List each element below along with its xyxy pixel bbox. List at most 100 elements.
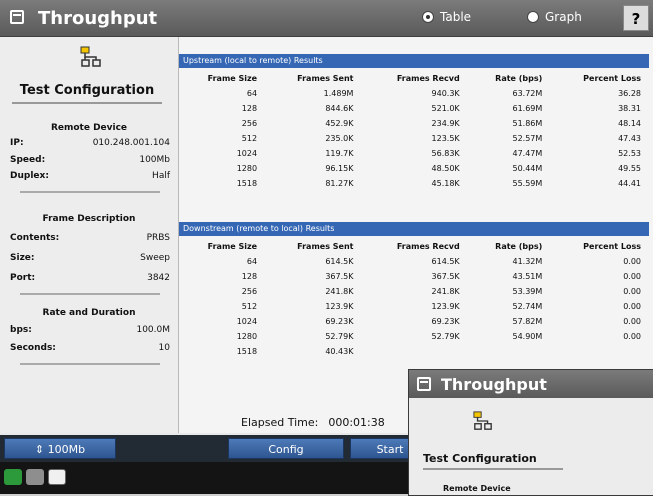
frame-description-heading: Frame Description (42, 214, 136, 224)
table-cell: 521.0K (431, 104, 460, 113)
preview-config-title: Test Configuration (423, 452, 563, 470)
table-cell (550, 344, 649, 359)
ip-value: 010.248.001.104 (92, 138, 170, 148)
table-cell: 614.5K (325, 257, 354, 266)
table-cell: 0.00 (623, 272, 641, 281)
duplex-row: Duplex: Half (10, 171, 170, 181)
table-cell: 40.43K (325, 347, 354, 356)
table-row: 512 235.0K 123.5K 52.57M 47.43 (179, 131, 649, 146)
table-cell: 48.14 (618, 119, 641, 128)
window-icon (417, 377, 431, 391)
table-cell: 367.5K (431, 272, 460, 281)
column-header: Frames Sent (297, 241, 354, 251)
speed-button-label: 100Mb (47, 443, 86, 456)
throughput-window-preview[interactable]: Throughput Test Configuration Remote Dev… (408, 369, 653, 496)
contents-row: Contents: PRBS (10, 233, 170, 243)
radio-selected-icon (422, 11, 434, 23)
column-header: Frames Sent (297, 73, 354, 83)
speed-label: Speed: (10, 155, 46, 165)
help-button[interactable]: ? (623, 5, 649, 31)
bps-row: bps: 100.0M (10, 325, 170, 335)
table-row: 1518 81.27K 45.18K 55.59M 44.41 (179, 176, 649, 191)
table-row: 1280 96.15K 48.50K 50.44M 49.55 (179, 161, 649, 176)
graph-view-radio[interactable]: Graph (527, 10, 582, 24)
column-header: Frame Size (207, 73, 258, 83)
remote-device-heading: Remote Device (50, 123, 128, 133)
contents-value: PRBS (146, 233, 170, 243)
size-row: Size: Sweep (10, 253, 170, 263)
bps-label: bps: (10, 325, 32, 335)
help-icon: ? (631, 10, 641, 28)
keyboard-icon[interactable] (26, 469, 44, 485)
table-row: 256 452.9K 234.9K 51.86M 48.14 (179, 116, 649, 131)
table-cell: 45.18K (431, 179, 460, 188)
seconds-value: 10 (158, 343, 170, 353)
table-row: 256 241.8K 241.8K 53.39M 0.00 (179, 284, 649, 299)
monitor-icon[interactable] (48, 469, 66, 485)
rate-duration-heading: Rate and Duration (42, 308, 136, 318)
ip-label: IP: (10, 138, 24, 148)
table-cell: 0.00 (623, 332, 641, 341)
table-cell: 52.57M (512, 134, 543, 143)
preview-remote-heading: Remote Device (443, 484, 511, 493)
elapsed-time: Elapsed Time: 000:01:38 (241, 416, 385, 429)
table-row: 1024 69.23K 69.23K 57.82M 0.00 (179, 314, 649, 329)
table-cell: 940.3K (431, 89, 460, 98)
table-cell: 452.9K (325, 119, 354, 128)
app-window: Throughput Table Graph ? Test Configurat… (0, 0, 653, 496)
table-cell: 96.15K (325, 164, 354, 173)
speed-value: 100Mb (139, 155, 170, 165)
table-cell: 844.6K (325, 104, 354, 113)
table-cell: 55.59M (512, 179, 543, 188)
table-cell: 52.74M (512, 302, 543, 311)
start-button-label: Start (376, 443, 404, 456)
table-row: 64 614.5K 614.5K 41.32M 0.00 (179, 254, 649, 269)
port-row: Port: 3842 (10, 273, 170, 283)
upstream-results-table: Frame Size Frames Sent Frames Recvd Rate… (179, 70, 649, 191)
table-cell: 53.39M (512, 287, 543, 296)
column-header: Rate (bps) (495, 73, 543, 83)
table-cell: 81.27K (325, 179, 354, 188)
config-title: Test Configuration (12, 83, 162, 104)
speed-button[interactable]: ⇕ 100Mb (4, 438, 116, 459)
table-cell: 119.7K (325, 149, 354, 158)
table-cell: 36.28 (618, 89, 641, 98)
table-cell: 38.31 (618, 104, 641, 113)
table-header-row: Frame Size Frames Sent Frames Recvd Rate… (179, 70, 649, 86)
config-button[interactable]: Config (228, 438, 344, 459)
table-cell: 367.5K (325, 272, 354, 281)
table-cell: 47.43 (618, 134, 641, 143)
table-cell: 235.0K (325, 134, 354, 143)
table-cell: 1280 (236, 332, 258, 341)
table-cell: 0.00 (623, 257, 641, 266)
table-view-radio[interactable]: Table (422, 10, 471, 24)
preview-title-bar: Throughput (409, 370, 653, 398)
column-header: Frames Recvd (396, 241, 460, 251)
table-cell: 0.00 (623, 287, 641, 296)
table-cell: 1518 (236, 347, 258, 356)
table-cell: 256 (241, 287, 258, 296)
divider (20, 293, 160, 295)
table-cell: 47.47M (512, 149, 543, 158)
table-cell: 241.8K (325, 287, 354, 296)
table-radio-label: Table (440, 10, 472, 24)
table-cell: 123.9K (325, 302, 354, 311)
bps-value: 100.0M (136, 325, 170, 335)
duplex-label: Duplex: (10, 171, 49, 181)
table-cell: 69.23K (325, 317, 354, 326)
table-cell: 234.9K (431, 119, 460, 128)
table-cell: 0.00 (623, 302, 641, 311)
table-cell: 63.72M (512, 89, 543, 98)
table-cell: 43.51M (512, 272, 543, 281)
table-cell: 0.00 (623, 317, 641, 326)
seconds-label: Seconds: (10, 343, 56, 353)
graph-radio-label: Graph (545, 10, 582, 24)
table-cell: 1024 (236, 149, 258, 158)
preview-title: Throughput (441, 375, 547, 394)
table-cell: 54.90M (512, 332, 543, 341)
table-cell: 64 (246, 257, 258, 266)
table-cell: 61.69M (512, 104, 543, 113)
table-cell: 56.83K (431, 149, 460, 158)
table-cell: 44.41 (618, 179, 641, 188)
status-green-icon[interactable] (4, 469, 22, 485)
